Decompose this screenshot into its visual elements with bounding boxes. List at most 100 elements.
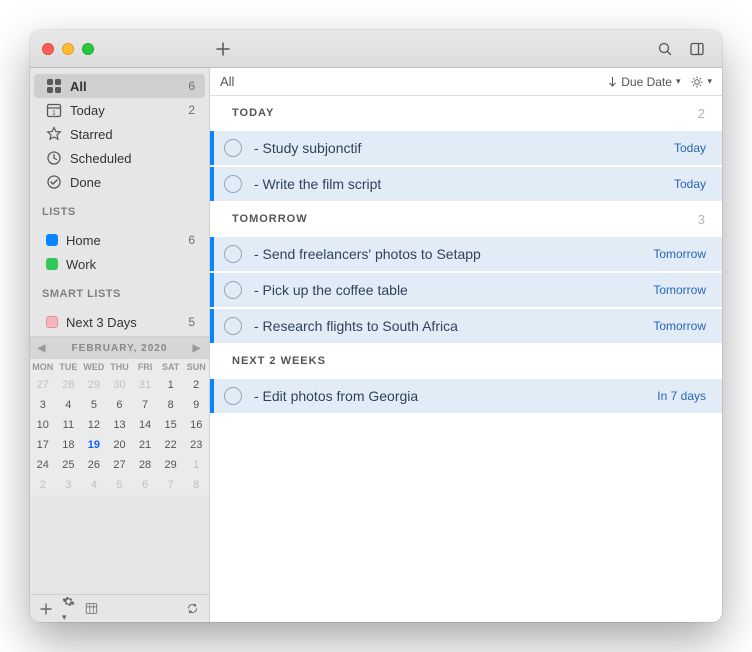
- task-row[interactable]: - Study subjonctifToday: [210, 130, 722, 166]
- lists-header: LISTS: [30, 196, 209, 222]
- calendar-day[interactable]: 31: [132, 375, 158, 395]
- calendar-day[interactable]: 27: [30, 375, 56, 395]
- calendar-day[interactable]: 8: [183, 475, 209, 495]
- calendar-day[interactable]: 6: [132, 475, 158, 495]
- calendar-day[interactable]: 25: [56, 455, 82, 475]
- sync-button[interactable]: [186, 602, 199, 615]
- sidebar-item-label: Next 3 Days: [66, 315, 137, 330]
- task-due: Today: [674, 177, 706, 191]
- task-checkbox[interactable]: [224, 317, 242, 335]
- sidebar-item-done[interactable]: Done: [34, 170, 205, 194]
- sidebar-list-work[interactable]: Work: [34, 252, 205, 276]
- task-checkbox[interactable]: [224, 175, 242, 193]
- calendar-prev-month[interactable]: ◀: [32, 343, 52, 354]
- sidebar-item-today[interactable]: 1Today2: [34, 98, 205, 122]
- panel-icon: [689, 41, 705, 57]
- task-due: In 7 days: [657, 389, 706, 403]
- sidebar-item-label: Done: [70, 175, 101, 190]
- calendar-dow: SUN: [183, 359, 209, 375]
- plus-icon: [215, 41, 231, 57]
- main-panel: All Due Date ▾ ▾ TODAY2- Study subjoncti…: [210, 68, 722, 622]
- calendar-day[interactable]: 22: [158, 435, 184, 455]
- calendar-day[interactable]: 1: [158, 375, 184, 395]
- calendar-next-month[interactable]: ▶: [187, 343, 207, 354]
- calendar-day[interactable]: 18: [56, 435, 82, 455]
- calendar-day[interactable]: 26: [81, 455, 107, 475]
- sidebar-item-starred[interactable]: Starred: [34, 122, 205, 146]
- calendar-day[interactable]: 7: [158, 475, 184, 495]
- task-row[interactable]: - Write the film scriptToday: [210, 166, 722, 202]
- sidebar-smartlist-next3[interactable]: Next 3 Days 5: [34, 310, 205, 334]
- calendar-day[interactable]: 15: [158, 415, 184, 435]
- calendar-day[interactable]: 17: [30, 435, 56, 455]
- calendar-day[interactable]: 2: [30, 475, 56, 495]
- calendar-dow: MON: [30, 359, 56, 375]
- sidebar-footer: ▾: [30, 594, 209, 622]
- calendar-day[interactable]: 3: [30, 395, 56, 415]
- calendar-day[interactable]: 6: [107, 395, 133, 415]
- task-checkbox[interactable]: [224, 281, 242, 299]
- sidebar-item-label: Work: [66, 257, 96, 272]
- calendar-day[interactable]: 12: [81, 415, 107, 435]
- add-list-button[interactable]: [40, 603, 52, 615]
- task-row[interactable]: - Send freelancers' photos to SetappTomo…: [210, 236, 722, 272]
- task-row[interactable]: - Edit photos from GeorgiaIn 7 days: [210, 378, 722, 414]
- calendar-day[interactable]: 5: [107, 475, 133, 495]
- task-due: Tomorrow: [653, 247, 706, 261]
- sort-dropdown[interactable]: Due Date ▾: [608, 75, 680, 89]
- settings-button[interactable]: ▾: [62, 595, 75, 623]
- sidebar-list-home[interactable]: Home6: [34, 228, 205, 252]
- sidebar-item-count: 5: [188, 315, 195, 329]
- calendar-day[interactable]: 24: [30, 455, 56, 475]
- calendar-day[interactable]: 13: [107, 415, 133, 435]
- calendar-day[interactable]: 30: [107, 375, 133, 395]
- calendar-day[interactable]: 14: [132, 415, 158, 435]
- task-checkbox[interactable]: [224, 245, 242, 263]
- calendar-day[interactable]: 4: [56, 395, 82, 415]
- calendar-day[interactable]: 23: [183, 435, 209, 455]
- task-row[interactable]: - Pick up the coffee tableTomorrow: [210, 272, 722, 308]
- calendar-toggle-button[interactable]: [85, 602, 98, 615]
- display-options-dropdown[interactable]: ▾: [690, 75, 712, 89]
- list-color-swatch: [46, 234, 58, 246]
- zoom-window-button[interactable]: [82, 43, 94, 55]
- calendar-day[interactable]: 27: [107, 455, 133, 475]
- toggle-panel-button[interactable]: [684, 36, 710, 62]
- calendar-day[interactable]: 3: [56, 475, 82, 495]
- add-task-button[interactable]: [210, 36, 236, 62]
- calendar-day[interactable]: 28: [132, 455, 158, 475]
- svg-text:1: 1: [52, 110, 56, 117]
- search-button[interactable]: [652, 36, 678, 62]
- task-row[interactable]: - Research flights to South AfricaTomorr…: [210, 308, 722, 344]
- calendar-dow: FRI: [132, 359, 158, 375]
- calendar-day[interactable]: 28: [56, 375, 82, 395]
- calendar-day[interactable]: 19: [81, 435, 107, 455]
- calendar-day[interactable]: 10: [30, 415, 56, 435]
- task-accent: [210, 309, 214, 343]
- calendar-day[interactable]: 20: [107, 435, 133, 455]
- calendar-day[interactable]: 2: [183, 375, 209, 395]
- calendar-day[interactable]: 29: [81, 375, 107, 395]
- calendar-day[interactable]: 9: [183, 395, 209, 415]
- sidebar-item-all[interactable]: All6: [34, 74, 205, 98]
- calendar-day[interactable]: 1: [183, 455, 209, 475]
- calendar-day[interactable]: 8: [158, 395, 184, 415]
- window-controls: [30, 43, 210, 55]
- task-checkbox[interactable]: [224, 139, 242, 157]
- sidebar-item-label: Home: [66, 233, 101, 248]
- close-window-button[interactable]: [42, 43, 54, 55]
- calendar-day[interactable]: 7: [132, 395, 158, 415]
- task-title: - Study subjonctif: [254, 140, 361, 156]
- calendar-day[interactable]: 16: [183, 415, 209, 435]
- calendar-day[interactable]: 11: [56, 415, 82, 435]
- calendar-day[interactable]: 29: [158, 455, 184, 475]
- task-accent: [210, 131, 214, 165]
- minimize-window-button[interactable]: [62, 43, 74, 55]
- calendar-day[interactable]: 4: [81, 475, 107, 495]
- task-checkbox[interactable]: [224, 387, 242, 405]
- calendar-day[interactable]: 21: [132, 435, 158, 455]
- sidebar-item-label: All: [70, 79, 87, 94]
- calendar-day[interactable]: 5: [81, 395, 107, 415]
- sidebar-item-scheduled[interactable]: Scheduled: [34, 146, 205, 170]
- cal-icon: 1: [46, 102, 62, 118]
